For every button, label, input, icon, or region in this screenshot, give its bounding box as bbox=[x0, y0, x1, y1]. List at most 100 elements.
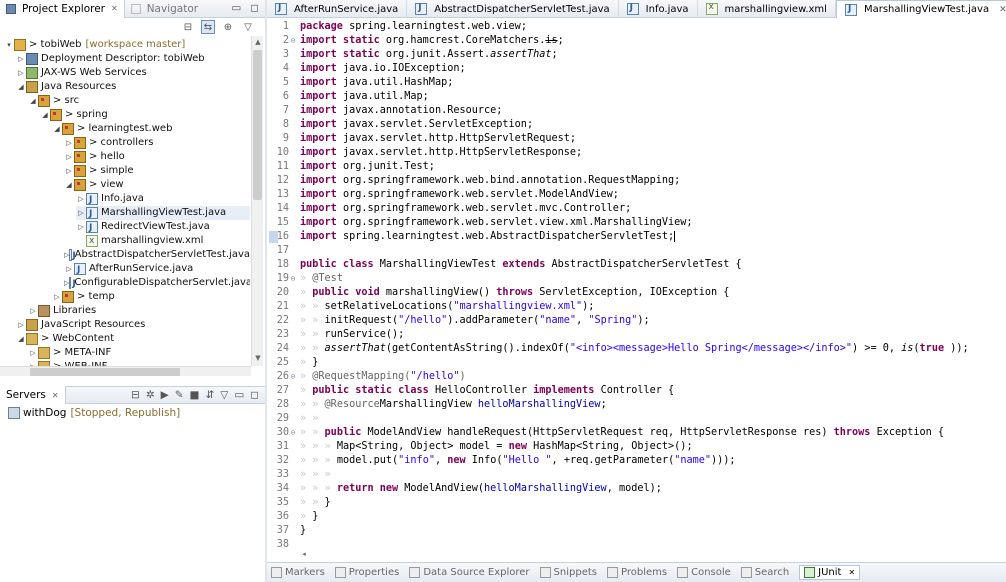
view-menu-icon[interactable]: ▽ bbox=[220, 389, 228, 401]
fold-toggle-icon[interactable]: ⊖ bbox=[289, 426, 297, 440]
close-icon[interactable]: ✕ bbox=[111, 4, 118, 13]
code-line[interactable]: 10 import javax.servlet.http.HttpServletR… bbox=[267, 146, 582, 160]
tree-item[interactable]: ◢ > spring bbox=[40, 108, 250, 122]
expand-toggle-icon[interactable]: ▷ bbox=[76, 206, 86, 220]
code-line[interactable]: 33 » » » bbox=[267, 468, 331, 482]
code-line[interactable]: 17 bbox=[267, 244, 300, 258]
code-line[interactable]: 35 » » } bbox=[267, 496, 331, 510]
code-line[interactable]: 9 import javax.servlet.http.HttpServletRe… bbox=[267, 132, 576, 146]
code-line[interactable]: 3 import static org.junit.Assert.assertTh… bbox=[267, 48, 558, 62]
code-editor[interactable]: 1 package spring.learningtest.web.view; 2 ⊖… bbox=[267, 18, 1006, 558]
tree-item[interactable]: ▷ JavaScript Resources bbox=[16, 318, 250, 332]
expand-toggle-icon[interactable]: ▷ bbox=[64, 262, 74, 276]
tree-item[interactable]: ▷ > controllers bbox=[64, 136, 250, 150]
code-line[interactable]: 5 import java.util.HashMap; bbox=[267, 76, 453, 90]
expand-toggle-icon[interactable]: ◢ bbox=[40, 108, 50, 122]
debug-icon[interactable]: ✲ bbox=[146, 389, 155, 401]
tab-project-explorer[interactable]: Project Explorer ✕ bbox=[0, 0, 125, 18]
scroll-left-icon[interactable]: ◂ bbox=[299, 550, 309, 560]
code-line[interactable]: 4 import java.io.IOException; bbox=[267, 62, 466, 76]
tree-item[interactable]: ▷ JAX-WS Web Services bbox=[16, 66, 250, 80]
code-line[interactable]: 38 bbox=[267, 538, 300, 552]
code-line[interactable]: 25 » } bbox=[267, 356, 319, 370]
expand-toggle-icon[interactable]: ▷ bbox=[64, 150, 74, 164]
link-with-editor-icon[interactable]: ⇆ bbox=[201, 20, 215, 34]
view-menu-icon[interactable]: ▽ bbox=[241, 20, 255, 34]
expand-toggle-icon[interactable]: ◢ bbox=[28, 94, 38, 108]
expand-toggle-icon[interactable]: ▷ bbox=[52, 290, 62, 304]
bottom-tab[interactable]: Markers bbox=[271, 567, 325, 578]
tab-servers[interactable]: Servers ✕ bbox=[0, 386, 66, 404]
bottom-tab[interactable]: Problems bbox=[607, 567, 667, 578]
tree-item[interactable]: ◢ Java Resources bbox=[16, 80, 250, 94]
scroll-thumb[interactable] bbox=[253, 50, 262, 200]
code-line[interactable]: 14 import org.springframework.web.servlet… bbox=[267, 202, 632, 216]
bottom-tab[interactable]: Properties bbox=[334, 567, 399, 578]
tree-item[interactable]: ▷ AfterRunService.java bbox=[64, 262, 250, 277]
code-line[interactable]: 1 package spring.learningtest.web.view; bbox=[267, 20, 527, 34]
tree-item[interactable]: ▷ Deployment Descriptor: tobiWeb bbox=[16, 52, 250, 66]
code-line[interactable]: 37} bbox=[267, 524, 306, 538]
tree-item[interactable]: ▷ > simple bbox=[64, 164, 250, 178]
expand-toggle-icon[interactable]: ◢ bbox=[64, 178, 74, 192]
tree-item[interactable]: ▷ > temp bbox=[52, 290, 250, 304]
bottom-tab[interactable]: Console bbox=[677, 567, 731, 578]
tree-item[interactable]: ▾ > tobiWeb [workspace master] bbox=[4, 38, 250, 52]
stop-server-icon[interactable]: ■ bbox=[190, 389, 200, 401]
code-line[interactable]: 21 » » setRelativeLocations("marshallingv… bbox=[267, 300, 595, 314]
expand-toggle-icon[interactable]: ◢ bbox=[16, 80, 26, 94]
tree-item[interactable]: ▷ Libraries bbox=[28, 304, 250, 318]
editor-tab[interactable]: AbstractDispatcherServletTest.java bbox=[407, 0, 619, 18]
collapse-all-icon[interactable]: ⊟ bbox=[181, 20, 195, 34]
minimize-icon[interactable]: ▭ bbox=[231, 2, 241, 14]
expand-toggle-icon[interactable]: ◢ bbox=[52, 122, 62, 136]
code-line[interactable]: 26 ⊖» @RequestMapping("/hello") bbox=[267, 370, 466, 384]
code-line[interactable]: 36 » } bbox=[267, 510, 319, 524]
fold-toggle-icon[interactable]: ⊖ bbox=[289, 272, 297, 286]
tree-item[interactable]: ▷ MarshallingViewTest.java bbox=[76, 206, 250, 221]
scroll-up-icon[interactable]: ▲ bbox=[253, 38, 263, 48]
tree-item[interactable]: marshallingview.xml bbox=[76, 234, 250, 248]
code-line[interactable]: 18 public class MarshallingViewTest exten… bbox=[267, 258, 742, 272]
close-icon[interactable]: ✕ bbox=[52, 391, 59, 400]
start-server-icon[interactable]: ▶ bbox=[161, 389, 169, 401]
maximize-icon[interactable]: ◻ bbox=[250, 2, 259, 14]
bottom-tab[interactable]: JUnit ✕ bbox=[799, 565, 861, 580]
bottom-tab[interactable]: Search bbox=[740, 567, 789, 578]
tab-navigator[interactable]: Navigator bbox=[125, 0, 204, 18]
code-line[interactable]: 29 » » bbox=[267, 412, 319, 426]
code-line[interactable]: 30 ⊖» » public ModelAndView handleRequest… bbox=[267, 426, 944, 440]
collapse-all-icon[interactable]: ⊟ bbox=[131, 389, 140, 401]
editor-tab[interactable]: MarshallingViewTest.java ✕ bbox=[835, 0, 1006, 18]
code-line[interactable]: 8 import javax.servlet.ServletException; bbox=[267, 118, 533, 132]
scroll-thumb[interactable] bbox=[30, 368, 180, 376]
expand-toggle-icon[interactable]: ▷ bbox=[16, 318, 26, 332]
code-line[interactable]: 13 import org.springframework.web.servlet… bbox=[267, 188, 619, 202]
code-line[interactable]: 22 » » initRequest("/hello").addParameter… bbox=[267, 314, 650, 328]
tree-item[interactable]: ▷ConfigurableDispatcherServlet.java bbox=[64, 276, 250, 291]
code-line[interactable]: 31 » » » Map<String, Object> model = new … bbox=[267, 440, 693, 454]
code-line[interactable]: 20 » public void marshallingView() throws… bbox=[267, 286, 730, 300]
code-line[interactable]: 23 » » runService(); bbox=[267, 328, 405, 342]
tree-item[interactable]: ◢ > learningtest.web bbox=[52, 122, 250, 136]
tree-item[interactable]: ▷ Info.java bbox=[76, 192, 250, 207]
editor-tab[interactable]: Info.java bbox=[619, 0, 698, 18]
scroll-down-icon[interactable]: ▼ bbox=[253, 354, 263, 364]
focus-icon[interactable]: ⊕ bbox=[221, 20, 235, 34]
tree-item[interactable]: ◢ > view bbox=[64, 178, 250, 192]
fold-toggle-icon[interactable]: ⊖ bbox=[289, 34, 297, 48]
code-line[interactable]: 11 import org.junit.Test; bbox=[267, 160, 435, 174]
bottom-tab[interactable]: Snippets bbox=[539, 567, 597, 578]
close-icon[interactable]: ✕ bbox=[999, 5, 1006, 15]
expand-toggle-icon[interactable]: ▷ bbox=[28, 346, 38, 360]
code-line[interactable]: 7 import javax.annotation.Resource; bbox=[267, 104, 503, 118]
minimize-icon[interactable]: ▭ bbox=[234, 389, 244, 401]
profile-icon[interactable]: ✎ bbox=[175, 389, 184, 401]
publish-icon[interactable]: ⇵ bbox=[205, 389, 214, 401]
tree-item[interactable]: ◢ > src bbox=[28, 94, 250, 108]
fold-toggle-icon[interactable]: ⊖ bbox=[289, 370, 297, 384]
tree-item[interactable]: ▷ > META-INF bbox=[28, 346, 250, 360]
expand-toggle-icon[interactable]: ▷ bbox=[76, 192, 86, 206]
code-line[interactable]: 2 ⊖ import static org.hamcrest.CoreMatcher… bbox=[267, 34, 564, 48]
expand-toggle-icon[interactable]: ◢ bbox=[16, 332, 26, 346]
